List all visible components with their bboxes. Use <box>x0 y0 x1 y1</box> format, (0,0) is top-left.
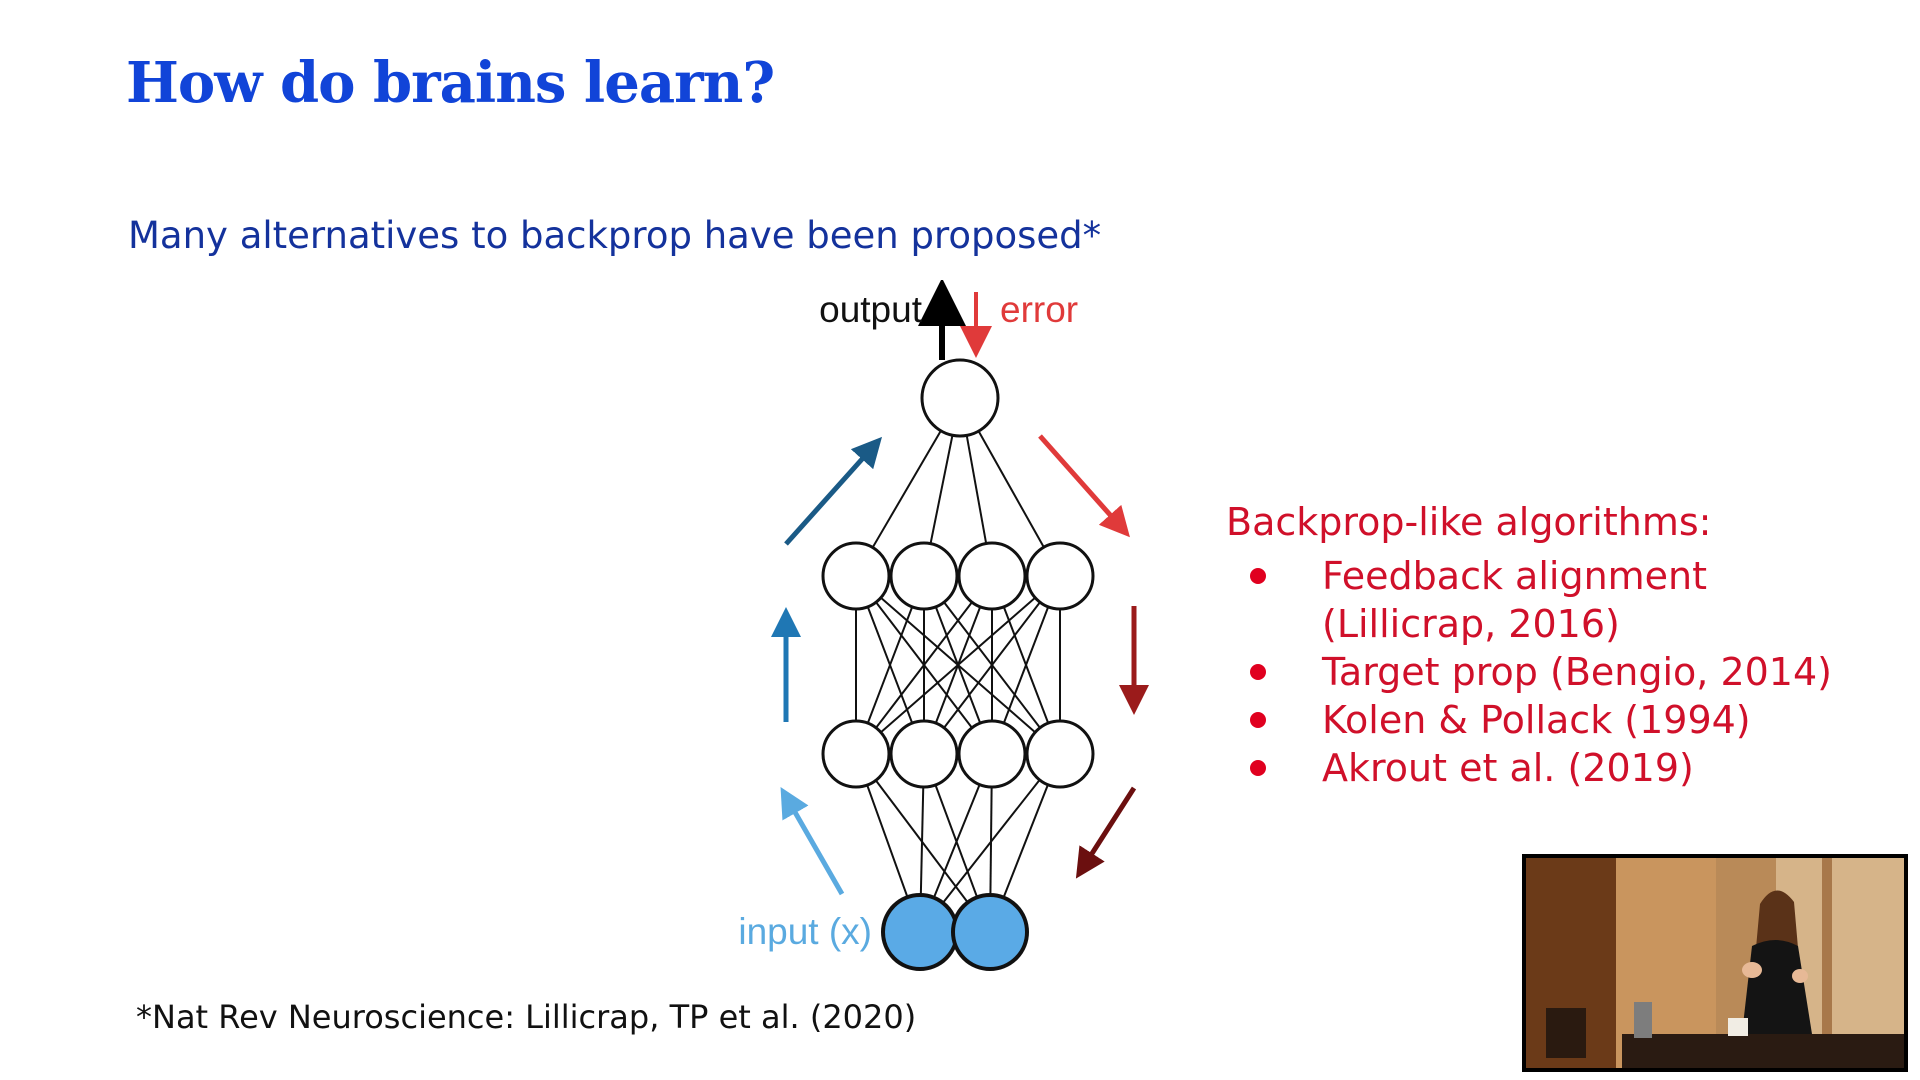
hidden-node <box>889 541 959 611</box>
hidden-node <box>889 719 959 789</box>
hidden-node <box>821 719 891 789</box>
slide-title: How do brains learn? <box>126 50 775 116</box>
input-node <box>951 893 1029 971</box>
list-item: Feedback alignment (Lillicrap, 2016) <box>1226 552 1866 648</box>
neural-network-diagram: output error input (x) <box>738 280 1149 971</box>
forward-arrow-top <box>784 436 883 546</box>
output-label: output <box>819 289 923 330</box>
hidden-layer-2 <box>821 541 1095 611</box>
input-label: input (x) <box>738 911 872 952</box>
input-layer <box>881 893 1029 971</box>
list-item-text: Feedback alignment (Lillicrap, 2016) <box>1322 554 1708 646</box>
hidden-node <box>957 719 1027 789</box>
bullet-icon <box>1250 664 1266 680</box>
footnote: *Nat Rev Neuroscience: Lillicrap, TP et … <box>136 998 917 1036</box>
list-item: Akrout et al. (2019) <box>1226 744 1866 792</box>
input-node <box>881 893 959 971</box>
forward-arrow-bottom <box>780 786 845 896</box>
backward-arrow-top <box>1038 434 1130 538</box>
bullet-icon <box>1250 712 1266 728</box>
algorithms-heading: Backprop-like algorithms: <box>1226 500 1712 544</box>
bullet-icon <box>1250 568 1266 584</box>
hidden-layer-1 <box>821 719 1095 789</box>
list-item: Target prop (Bengio, 2014) <box>1226 648 1866 696</box>
list-item: Kolen & Pollack (1994) <box>1226 696 1866 744</box>
connections-bottom <box>855 753 1061 933</box>
hidden-node <box>821 541 891 611</box>
connections-middle <box>855 575 1061 755</box>
error-label: error <box>1000 289 1078 330</box>
speaker-video-icon <box>1526 858 1904 1068</box>
list-item-text: Target prop (Bengio, 2014) <box>1322 650 1832 694</box>
slide-subtitle: Many alternatives to backprop have been … <box>128 214 1102 257</box>
bullet-icon <box>1250 760 1266 776</box>
slide: How do brains learn? Many alternatives t… <box>0 0 1920 1080</box>
hidden-node <box>1025 541 1095 611</box>
hidden-node <box>957 541 1027 611</box>
backward-arrow-bottom <box>1075 786 1137 879</box>
list-item-text: Kolen & Pollack (1994) <box>1322 698 1751 742</box>
speaker-webcam <box>1522 854 1908 1072</box>
list-item-text: Akrout et al. (2019) <box>1322 746 1694 790</box>
algorithms-list: Backprop-like algorithms: Feedback align… <box>1226 500 1866 792</box>
hidden-node <box>1025 719 1095 789</box>
output-node <box>920 358 1000 438</box>
